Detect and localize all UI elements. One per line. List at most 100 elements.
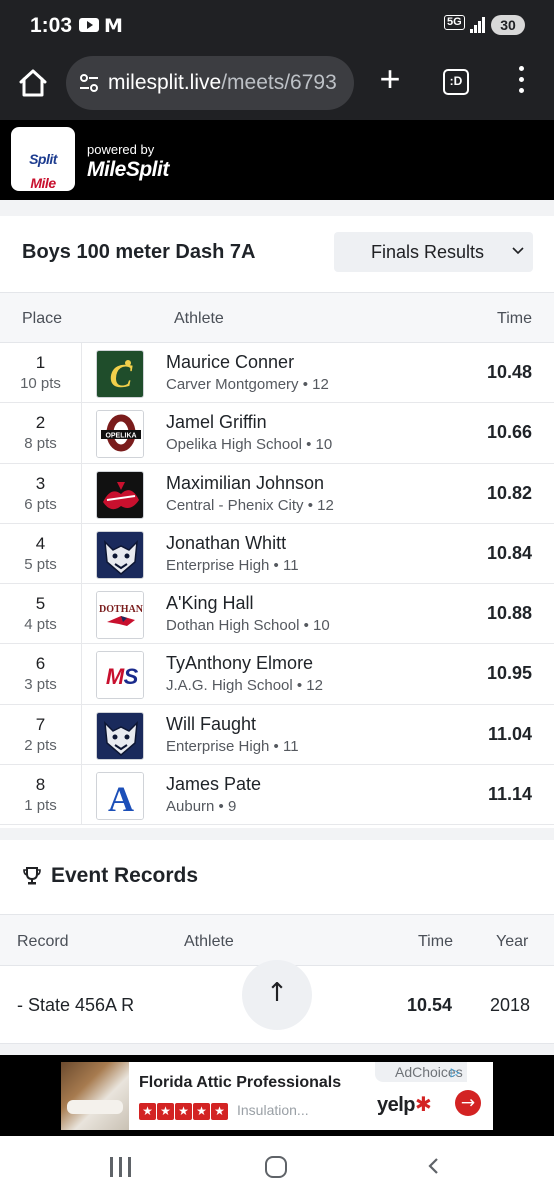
ad-headline: Florida Attic Professionals <box>139 1074 342 1091</box>
event-header: Boys 100 meter Dash 7A Finals Results <box>0 216 554 292</box>
result-time: 10.66 <box>486 422 532 443</box>
points: 10 pts <box>20 375 61 392</box>
system-nav-bar <box>0 1136 554 1200</box>
athlete-name[interactable]: James Pate <box>166 774 261 795</box>
athlete-name[interactable]: Jonathan Whitt <box>166 533 286 554</box>
svg-text:M: M <box>106 664 125 689</box>
athlete-name[interactable]: A'King Hall <box>166 593 253 614</box>
header-athlete: Athlete <box>184 933 234 950</box>
place-number: 5 <box>35 594 46 614</box>
results-round-select[interactable]: Finals Results <box>334 232 533 272</box>
table-row[interactable]: 8 1 pts A James Pate Auburn • 9 11.14 <box>0 765 554 826</box>
result-time: 11.14 <box>487 784 532 805</box>
auburn-a-logo: A <box>96 772 144 821</box>
place-number: 3 <box>35 473 46 493</box>
chevron-down-icon <box>512 247 524 255</box>
logo-text-b: Split <box>29 151 57 167</box>
event-records-title: Event Records <box>51 864 199 887</box>
athlete-school[interactable]: Carver Montgomery • 12 <box>166 376 329 393</box>
record-year: 2018 <box>490 995 531 1015</box>
address-bar[interactable]: milesplit.live/meets/6793 <box>66 56 354 110</box>
home-icon <box>19 69 47 97</box>
points: 3 pts <box>24 676 57 694</box>
record-name: - State 456A R <box>17 995 135 1015</box>
table-row[interactable]: 5 4 pts DOTHAN A'King Hall Dothan High S… <box>0 584 554 645</box>
athlete-name[interactable]: TyAnthony Elmore <box>166 653 313 674</box>
star-icon: ★ <box>193 1103 210 1120</box>
athlete-school[interactable]: Central - Phenix City • 12 <box>166 497 334 514</box>
back-icon[interactable] <box>426 1158 442 1174</box>
milesplit-brand: MileSplit <box>87 158 169 181</box>
table-row[interactable]: 3 6 pts Maximilian Johnson Central - Phe… <box>0 463 554 524</box>
yelp-brand: yelp <box>377 1094 416 1116</box>
results-table-header: Place Athlete Time <box>0 293 554 343</box>
points: 4 pts <box>24 616 57 634</box>
place-cell: 7 2 pts <box>0 704 82 765</box>
place-number: 1 <box>35 353 46 372</box>
points: 8 pts <box>24 435 57 453</box>
athlete-school[interactable]: Dothan High School • 10 <box>166 617 330 634</box>
result-time: 10.82 <box>486 482 532 503</box>
scroll-to-top-button[interactable]: ↑ <box>242 960 312 1030</box>
results-table: Place Athlete Time 1 10 pts C Maurice Co… <box>0 292 554 826</box>
tab-switcher-button[interactable]: :D <box>443 69 469 95</box>
signal-icon <box>470 17 486 33</box>
recent-apps-icon[interactable] <box>110 1157 132 1177</box>
athlete-school[interactable]: J.A.G. High School • 12 <box>166 677 323 694</box>
svg-text:S: S <box>124 664 139 689</box>
table-row[interactable]: 6 3 pts MS TyAnthony Elmore J.A.G. High … <box>0 644 554 705</box>
url-text: milesplit.live/meets/6793 <box>108 71 337 95</box>
ad-image <box>61 1062 129 1130</box>
browser-toolbar: milesplit.live/meets/6793 + :D <box>0 52 554 120</box>
adchoices-link[interactable]: AdChoices ▷ <box>375 1062 467 1082</box>
ad-card[interactable]: Florida Attic Professionals ★ ★ ★ ★ ★ Insula… <box>61 1062 493 1130</box>
new-tab-button[interactable]: + <box>374 61 406 97</box>
athlete-school[interactable]: Auburn • 9 <box>166 798 236 815</box>
star-icon: ★ <box>175 1103 192 1120</box>
place-cell: 8 1 pts <box>0 765 82 825</box>
adchoices-icon: ▷ <box>450 1065 460 1079</box>
athlete-name[interactable]: Jamel Griffin <box>166 412 267 433</box>
place-cell: 1 10 pts <box>0 343 82 403</box>
table-row[interactable]: 2 8 pts OPELIKA Jamel Griffin Opelika Hi… <box>0 403 554 464</box>
table-row[interactable]: 1 10 pts C Maurice Conner Carver Montgom… <box>0 343 554 404</box>
milesplit-logo[interactable]: Mile Split <box>11 127 75 191</box>
header-time: Time <box>497 310 532 327</box>
home-nav-icon[interactable] <box>265 1156 287 1178</box>
table-row[interactable]: 4 5 pts Jonathan Whitt Enterprise High •… <box>0 523 554 585</box>
home-button[interactable] <box>14 64 52 102</box>
athlete-school[interactable]: Enterprise High • 11 <box>166 738 299 755</box>
event-records-header: Event Records <box>0 840 554 914</box>
athlete-name[interactable]: Maximilian Johnson <box>166 473 324 494</box>
browser-menu-button[interactable] <box>512 66 532 96</box>
athlete-school[interactable]: Opelika High School • 10 <box>166 436 332 453</box>
star-icon: ★ <box>157 1103 174 1120</box>
arrow-right-icon[interactable]: → <box>455 1090 481 1116</box>
athlete-school[interactable]: Enterprise High • 11 <box>166 557 299 574</box>
star-icon: ★ <box>211 1103 228 1120</box>
gmail-icon: M <box>104 15 123 37</box>
youtube-icon <box>79 18 99 32</box>
result-time: 11.04 <box>487 723 532 744</box>
section-divider <box>0 1044 554 1055</box>
place-number: 2 <box>35 413 46 433</box>
site-settings-icon[interactable] <box>78 72 100 94</box>
place-number: 4 <box>35 533 46 553</box>
svg-text:A: A <box>108 779 134 819</box>
site-header: Mile Split powered by MileSplit <box>0 120 554 200</box>
place-cell: 4 5 pts <box>0 523 82 584</box>
result-time: 10.48 <box>486 362 532 382</box>
opelika-o-logo: OPELIKA <box>96 410 144 459</box>
points: 2 pts <box>24 736 57 754</box>
points: 6 pts <box>24 495 57 513</box>
event-title: Boys 100 meter Dash 7A <box>22 241 256 263</box>
athlete-name[interactable]: Maurice Conner <box>166 352 294 373</box>
header-place: Place <box>22 310 63 327</box>
status-bar: 1:03 M 5G 30 <box>0 0 554 52</box>
header-time: Time <box>418 933 453 950</box>
svg-text:OPELIKA: OPELIKA <box>105 433 136 440</box>
network-icon: 5G <box>444 15 465 30</box>
record-time: 10.54 <box>407 995 453 1015</box>
table-row[interactable]: 7 2 pts Will Faught Enterprise High • 11… <box>0 704 554 766</box>
athlete-name[interactable]: Will Faught <box>166 714 256 735</box>
